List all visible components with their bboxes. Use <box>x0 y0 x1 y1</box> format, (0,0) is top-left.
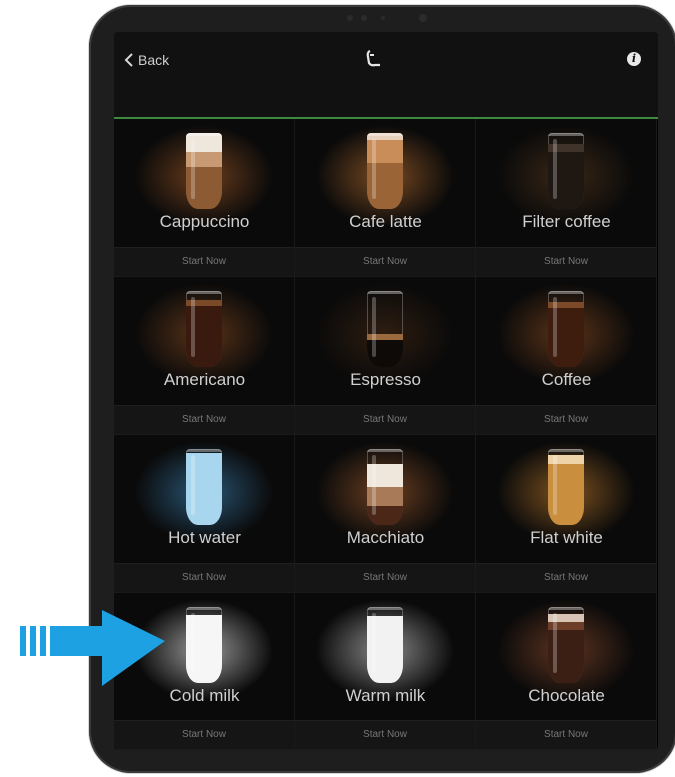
drink-tile[interactable]: Coffee Start Now <box>476 277 657 435</box>
info-icon[interactable]: i <box>627 52 641 66</box>
start-now-button[interactable]: Start Now <box>295 247 475 276</box>
app-screen: Back i Cappuccino Start Now Cafe latte Star… <box>114 32 658 750</box>
start-now-button[interactable]: Start Now <box>295 405 475 434</box>
drink-name: Hot water <box>168 528 241 547</box>
drink-name: Cold milk <box>169 686 240 705</box>
drink-name: Macchiato <box>346 528 425 547</box>
sensor-dot <box>381 16 385 20</box>
drink-glass-icon[interactable] <box>548 449 584 525</box>
sensor-dot <box>347 15 353 21</box>
drink-tile[interactable]: Americano Start Now <box>114 277 295 435</box>
drink-name: Espresso <box>350 370 421 389</box>
drink-tile[interactable]: Flat white Start Now <box>476 435 657 593</box>
camera-icon <box>419 14 427 22</box>
drink-name: Coffee <box>541 370 592 389</box>
drink-glass-icon[interactable] <box>186 607 222 683</box>
drink-tile[interactable]: Cafe latte Start Now <box>295 119 476 277</box>
drink-tile[interactable]: Macchiato Start Now <box>295 435 476 593</box>
drink-glass-icon[interactable] <box>186 291 222 367</box>
start-now-button[interactable]: Start Now <box>476 247 656 276</box>
drink-grid: Cappuccino Start Now Cafe latte Start Now Fi… <box>114 119 658 750</box>
drink-name: Americano <box>163 370 246 389</box>
drink-tile[interactable]: Chocolate Start Now <box>476 593 657 750</box>
drink-glass-icon[interactable] <box>186 449 222 525</box>
drink-tile[interactable]: Cappuccino Start Now <box>114 119 295 277</box>
drink-name: Cappuccino <box>159 212 250 231</box>
chevron-left-icon <box>124 53 133 67</box>
drink-tile[interactable]: Espresso Start Now <box>295 277 476 435</box>
back-button[interactable]: Back <box>124 52 169 68</box>
start-now-button[interactable]: Start Now <box>114 720 294 749</box>
drink-name: Warm milk <box>345 686 426 705</box>
start-now-button[interactable]: Start Now <box>114 563 294 592</box>
start-now-button[interactable]: Start Now <box>114 247 294 276</box>
drink-glass-icon[interactable] <box>548 607 584 683</box>
drink-tile[interactable]: Filter coffee Start Now <box>476 119 657 277</box>
drink-glass-icon[interactable] <box>186 133 222 209</box>
start-now-button[interactable]: Start Now <box>476 720 656 749</box>
start-now-button[interactable]: Start Now <box>476 563 656 592</box>
drink-name: Filter coffee <box>522 212 611 231</box>
arrow-icon <box>20 610 165 686</box>
start-now-button[interactable]: Start Now <box>295 563 475 592</box>
drink-glass-icon[interactable] <box>548 291 584 367</box>
drink-glass-icon[interactable] <box>367 133 403 209</box>
drink-tile[interactable]: Hot water Start Now <box>114 435 295 593</box>
start-now-button[interactable]: Start Now <box>114 405 294 434</box>
drink-glass-icon[interactable] <box>548 133 584 209</box>
drink-name: Flat white <box>530 528 603 547</box>
machine-logo-icon <box>366 49 380 67</box>
back-label: Back <box>138 52 170 68</box>
drink-glass-icon[interactable] <box>367 291 403 367</box>
sensor-dot <box>361 15 367 21</box>
drink-name: Cafe latte <box>349 212 422 231</box>
drink-glass-icon[interactable] <box>367 607 403 683</box>
drink-tile[interactable]: Warm milk Start Now <box>295 593 476 750</box>
start-now-button[interactable]: Start Now <box>295 720 475 749</box>
top-bar: Back i <box>114 32 658 118</box>
drink-name: Chocolate <box>528 686 605 705</box>
drink-glass-icon[interactable] <box>367 449 403 525</box>
start-now-button[interactable]: Start Now <box>476 405 656 434</box>
